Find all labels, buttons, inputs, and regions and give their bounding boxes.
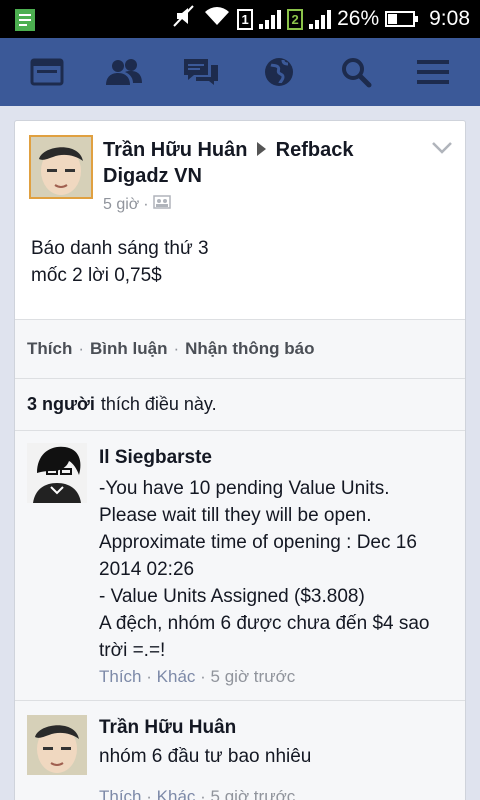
notifications-globe-icon[interactable] <box>254 47 304 97</box>
likes-summary[interactable]: 3 người thích điều này. <box>15 379 465 431</box>
comment-more-link[interactable]: Khác <box>157 787 196 800</box>
signal-bars-sim2-icon <box>309 9 332 29</box>
like-button[interactable]: Thích <box>27 339 72 359</box>
post-actions: Thích · Bình luận · Nhận thông báo <box>15 319 465 379</box>
arrow-right-icon <box>257 142 267 156</box>
post-text-line: mốc 2 lời 0,75$ <box>31 265 162 286</box>
author-name[interactable]: Trần Hữu Huân <box>103 139 248 161</box>
comment-more-link[interactable]: Khác <box>157 667 196 686</box>
post-body: Báo danh sáng thứ 3 mốc 2 lời 0,75$ <box>31 235 209 289</box>
comment-meta: Thích · Khác · 5 giờ trước <box>99 787 295 800</box>
likes-count[interactable]: 3 người <box>27 394 95 415</box>
sim2-label: 2 <box>287 8 304 30</box>
comment-time[interactable]: 5 giờ trước <box>211 667 296 686</box>
commenter-name[interactable]: Il Siegbarste <box>99 447 212 469</box>
comment-text: -You have 10 pending Value Units. Please… <box>99 478 430 661</box>
author-avatar[interactable] <box>29 135 93 199</box>
top-nav-bar <box>0 38 480 106</box>
wifi-icon <box>203 5 231 33</box>
battery-percent: 26% <box>337 7 380 30</box>
commenter-name[interactable]: Trần Hữu Huân <box>99 717 236 739</box>
comment-item: Trần Hữu Huân nhóm 6 đầu tư bao nhiêu Th… <box>15 701 465 800</box>
comment-meta: Thích · Khác · 5 giờ trước <box>99 667 296 686</box>
battery-icon <box>385 11 419 27</box>
status-bar: 1 2 26% 9:08 <box>0 0 480 38</box>
commenter-avatar[interactable] <box>27 443 87 503</box>
search-icon[interactable] <box>331 47 381 97</box>
post-meta: 5 giờ · <box>103 195 171 214</box>
comment-item: Il Siegbarste -You have 10 pending Value… <box>15 431 465 701</box>
messages-icon[interactable] <box>176 47 226 97</box>
notification-doc-icon <box>14 8 36 37</box>
mute-icon <box>171 4 197 34</box>
comment-text: nhóm 6 đầu tư bao nhiêu <box>99 746 312 767</box>
news-feed-icon[interactable] <box>22 47 72 97</box>
chevron-down-icon[interactable] <box>431 141 453 157</box>
comment-button[interactable]: Bình luận <box>90 339 167 359</box>
comment-time[interactable]: 5 giờ trước <box>211 787 296 800</box>
sim1-label: 1 <box>237 8 254 30</box>
commenter-avatar[interactable] <box>27 715 87 775</box>
likes-suffix: thích điều này. <box>100 394 217 414</box>
signal-bars-sim1-icon <box>259 9 282 29</box>
friends-icon[interactable] <box>99 47 149 97</box>
menu-icon[interactable] <box>408 47 458 97</box>
clock: 9:08 <box>429 7 470 30</box>
notify-button[interactable]: Nhận thông báo <box>185 339 314 359</box>
post-header: Trần Hữu Huân Refback Digadz VN <box>103 137 423 189</box>
post-card: Trần Hữu Huân Refback Digadz VN 5 giờ · … <box>14 120 466 800</box>
post-time[interactable]: 5 giờ <box>103 196 139 214</box>
comment-like-link[interactable]: Thích <box>99 787 142 800</box>
audience-group-icon <box>152 195 171 214</box>
post-text-line: Báo danh sáng thứ 3 <box>31 238 209 259</box>
comment-like-link[interactable]: Thích <box>99 667 142 686</box>
